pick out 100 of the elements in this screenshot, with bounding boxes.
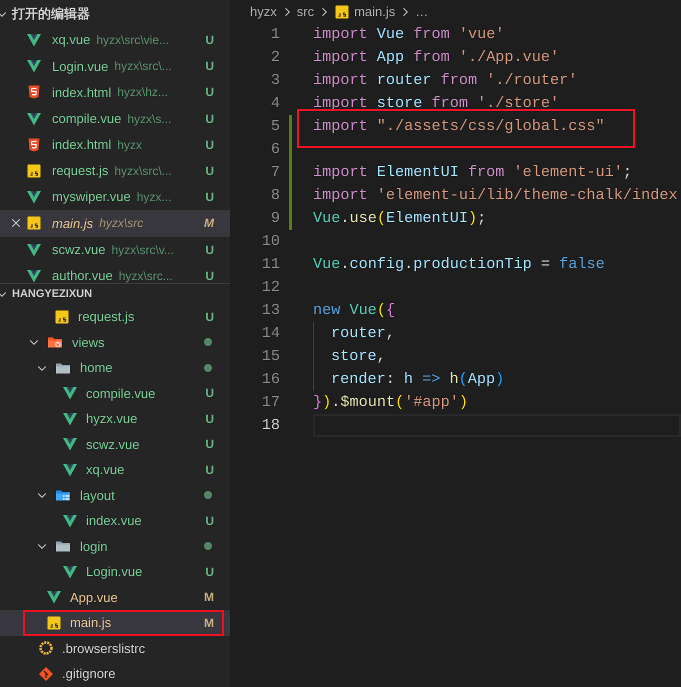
- tree-item[interactable]: .gitignore: [0, 661, 230, 686]
- code-line: render: h => h(App): [331, 370, 504, 388]
- git-status: U: [205, 242, 214, 259]
- breadcrumb-item[interactable]: hyzx: [250, 2, 277, 22]
- file-path: hyzx\s...: [127, 110, 172, 128]
- js-icon: [46, 614, 62, 631]
- open-editor-item[interactable]: index.html hyzx U: [0, 132, 230, 158]
- tree-item[interactable]: xq.vue U: [0, 457, 230, 482]
- open-editor-item[interactable]: compile.vue hyzx\s... U: [0, 106, 230, 132]
- tree-item[interactable]: views: [0, 330, 230, 355]
- git-status: U: [205, 110, 214, 128]
- git-status: U: [205, 436, 214, 454]
- file-path: hyzx\hz...: [117, 84, 168, 102]
- git-status: M: [204, 589, 214, 606]
- open-editor-item[interactable]: xq.vue hyzx\src\vie... U: [0, 27, 230, 54]
- open-editor-item[interactable]: Login.vue hyzx\src\... U: [0, 53, 230, 80]
- open-editor-item[interactable]: index.html hyzx\hz... U: [0, 79, 230, 106]
- vue-icon: [62, 385, 78, 402]
- code-line: router,: [331, 324, 395, 342]
- vue-icon: [62, 436, 78, 452]
- git-status: M: [204, 215, 214, 232]
- tree-item[interactable]: Login.vue U: [0, 559, 230, 584]
- file-name: compile.vue: [86, 384, 156, 403]
- vue-icon: [62, 512, 78, 529]
- open-editor-item[interactable]: request.js hyzx\src\... U: [0, 158, 230, 184]
- vue-icon: [26, 268, 42, 283]
- line-number: 16: [260, 369, 280, 390]
- git-status: U: [205, 136, 214, 154]
- breadcrumb-item[interactable]: main.js: [354, 2, 396, 22]
- file-path: hyzx\src\vie...: [96, 32, 169, 50]
- code-line: import "./assets/css/global.css": [313, 117, 605, 136]
- tree-item[interactable]: layout: [0, 482, 230, 508]
- tree-item[interactable]: compile.vue U: [0, 380, 230, 406]
- line-number: 18: [260, 415, 280, 436]
- tree-item[interactable]: login: [0, 534, 230, 559]
- file-path: hyzx\src...: [118, 268, 173, 283]
- open-editor-item[interactable]: main.js hyzx\src M: [0, 210, 230, 236]
- tree-item[interactable]: request.js U: [0, 304, 230, 330]
- js-icon: [26, 163, 42, 180]
- git-status: U: [205, 58, 214, 76]
- breadcrumb-item[interactable]: src: [296, 2, 314, 22]
- file-name: login: [80, 538, 108, 556]
- git-status: U: [205, 564, 214, 581]
- vue-icon: [26, 110, 42, 127]
- tree-item[interactable]: main.js M: [0, 610, 230, 636]
- vue-icon: [62, 564, 78, 580]
- file-name: Login.vue: [52, 58, 108, 76]
- js-icon: [26, 215, 42, 232]
- git-status: U: [205, 462, 214, 479]
- line-number: 15: [260, 346, 280, 368]
- breadcrumb-item[interactable]: …: [415, 2, 428, 22]
- code-line: Vue.use(ElementUI);: [313, 209, 486, 228]
- file-name: xq.vue: [52, 31, 90, 50]
- git-status: U: [205, 189, 214, 206]
- git-status: U: [205, 32, 214, 50]
- code-line: import ElementUI from 'element-ui';: [313, 163, 632, 182]
- line-number: 12: [260, 277, 280, 298]
- tree-item[interactable]: .browserslistrc: [0, 636, 230, 661]
- html-icon: [26, 84, 42, 100]
- file-name: myswiper.vue: [52, 188, 131, 206]
- tree-item[interactable]: scwz.vue U: [0, 432, 230, 457]
- file-name: scwz.vue: [52, 240, 106, 259]
- line-number: 13: [260, 300, 280, 322]
- file-name: request.js: [52, 162, 108, 180]
- line-number: 4: [270, 93, 280, 114]
- git-status: U: [205, 410, 214, 428]
- line-number: 7: [270, 162, 280, 184]
- line-number: 3: [270, 70, 280, 92]
- git-status: U: [205, 84, 214, 102]
- js-icon: [54, 308, 70, 325]
- line-number: 9: [270, 208, 280, 230]
- line-number: 5: [270, 116, 280, 138]
- file-name: Login.vue: [86, 563, 142, 581]
- line-number: 14: [260, 323, 280, 344]
- code-line: import 'element-ui/lib/theme-chalk/index: [313, 186, 678, 204]
- git-status: U: [205, 308, 214, 326]
- file-name: .gitignore: [62, 665, 116, 683]
- git-status: U: [205, 512, 214, 530]
- file-name: compile.vue: [52, 110, 122, 128]
- file-path: hyzx\src\...: [114, 58, 172, 76]
- vue-icon: [26, 58, 42, 74]
- line-number: 1: [270, 24, 280, 46]
- file-name: index.html: [52, 84, 112, 102]
- file-name: layout: [80, 486, 115, 505]
- tree-item[interactable]: index.vue U: [0, 508, 230, 534]
- tree-item[interactable]: hyzx.vue U: [0, 406, 230, 432]
- vue-icon: [26, 189, 42, 206]
- file-name: author.vue: [52, 267, 113, 283]
- tree-item[interactable]: home: [0, 355, 230, 380]
- line-number: 11: [260, 254, 280, 276]
- section-header: 打开的编辑器: [12, 4, 90, 23]
- diamond-icon: [38, 666, 54, 682]
- code-line: store,: [331, 347, 386, 366]
- git-status: M: [204, 614, 214, 632]
- tree-item[interactable]: App.vue M: [0, 584, 230, 610]
- js-icon: [334, 4, 350, 20]
- open-editor-item[interactable]: author.vue hyzx\src... U: [0, 262, 230, 283]
- open-editor-item[interactable]: scwz.vue hyzx\src\v... U: [0, 236, 230, 263]
- open-editor-item[interactable]: myswiper.vue hyzx... U: [0, 184, 230, 210]
- file-name: index.html: [52, 136, 112, 154]
